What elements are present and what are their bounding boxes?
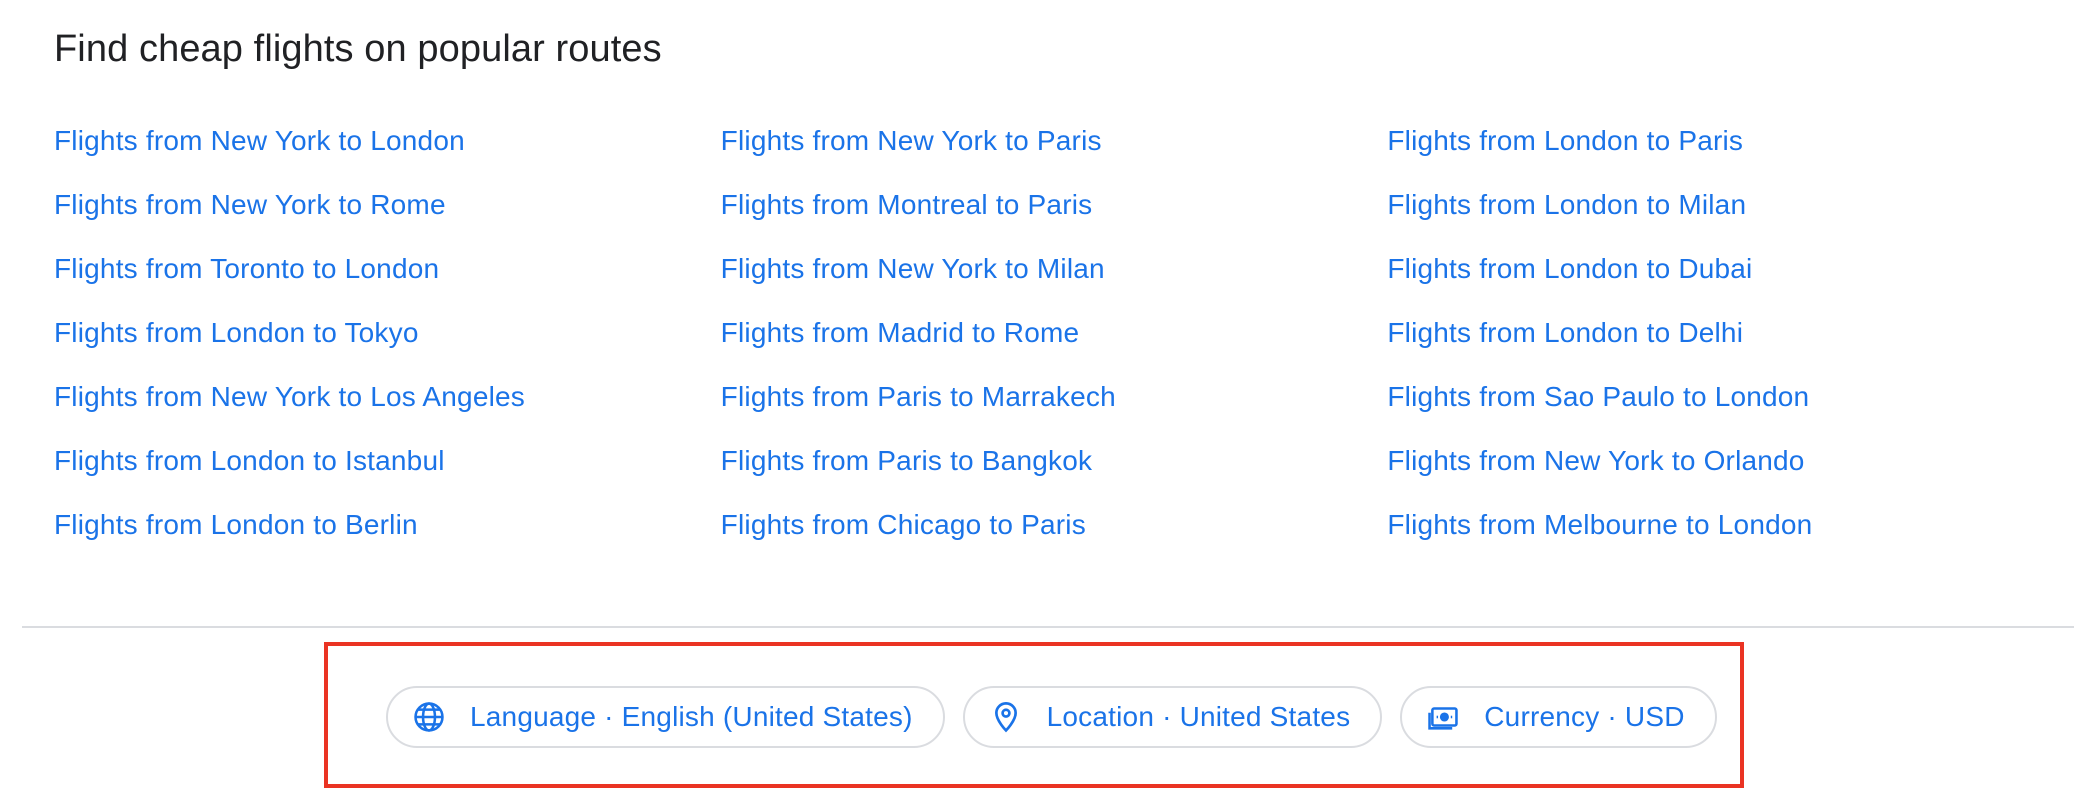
popular-routes-footer: Find cheap flights on popular routes Fli… — [0, 0, 2096, 804]
routes-grid: Flights from New York to London Flights … — [54, 118, 2054, 566]
route-link-london-istanbul[interactable]: Flights from London to Istanbul — [54, 438, 721, 502]
routes-column-2: Flights from New York to Paris Flights f… — [721, 118, 1388, 566]
route-link-london-dubai[interactable]: Flights from London to Dubai — [1387, 246, 2054, 310]
location-label: Location · United States — [1046, 701, 1351, 732]
route-link-new-york-rome[interactable]: Flights from New York to Rome — [54, 182, 721, 246]
route-link-toronto-london[interactable]: Flights from Toronto to London — [54, 246, 721, 310]
route-link-new-york-london[interactable]: Flights from New York to London — [54, 118, 721, 182]
route-link-new-york-paris[interactable]: Flights from New York to Paris — [721, 118, 1388, 182]
globe-icon — [412, 700, 446, 734]
section-title: Find cheap flights on popular routes — [54, 28, 662, 70]
language-button[interactable]: Language · English (United States) — [386, 686, 945, 748]
route-link-chicago-paris[interactable]: Flights from Chicago to Paris — [721, 502, 1388, 566]
currency-note-icon — [1426, 700, 1460, 734]
route-link-madrid-rome[interactable]: Flights from Madrid to Rome — [721, 310, 1388, 374]
routes-column-3: Flights from London to Paris Flights fro… — [1387, 118, 2054, 566]
route-link-sao-paulo-london[interactable]: Flights from Sao Paulo to London — [1387, 374, 2054, 438]
route-link-melbourne-london[interactable]: Flights from Melbourne to London — [1387, 502, 2054, 566]
route-link-new-york-orlando[interactable]: Flights from New York to Orlando — [1387, 438, 2054, 502]
route-link-paris-bangkok[interactable]: Flights from Paris to Bangkok — [721, 438, 1388, 502]
route-link-new-york-los-angeles[interactable]: Flights from New York to Los Angeles — [54, 374, 721, 438]
section-divider — [22, 626, 2074, 628]
route-link-montreal-paris[interactable]: Flights from Montreal to Paris — [721, 182, 1388, 246]
location-pin-icon — [989, 700, 1023, 734]
routes-column-1: Flights from New York to London Flights … — [54, 118, 721, 566]
route-link-paris-marrakech[interactable]: Flights from Paris to Marrakech — [721, 374, 1388, 438]
route-link-new-york-milan[interactable]: Flights from New York to Milan — [721, 246, 1388, 310]
route-link-london-delhi[interactable]: Flights from London to Delhi — [1387, 310, 2054, 374]
route-link-london-milan[interactable]: Flights from London to Milan — [1387, 182, 2054, 246]
route-link-london-tokyo[interactable]: Flights from London to Tokyo — [54, 310, 721, 374]
regional-settings: Language · English (United States) Locat… — [386, 686, 1717, 748]
route-link-london-paris[interactable]: Flights from London to Paris — [1387, 118, 2054, 182]
route-link-london-berlin[interactable]: Flights from London to Berlin — [54, 502, 721, 566]
location-button[interactable]: Location · United States — [962, 686, 1383, 748]
currency-button[interactable]: Currency · USD — [1400, 686, 1717, 748]
language-label: Language · English (United States) — [470, 701, 913, 732]
currency-label: Currency · USD — [1484, 701, 1685, 732]
